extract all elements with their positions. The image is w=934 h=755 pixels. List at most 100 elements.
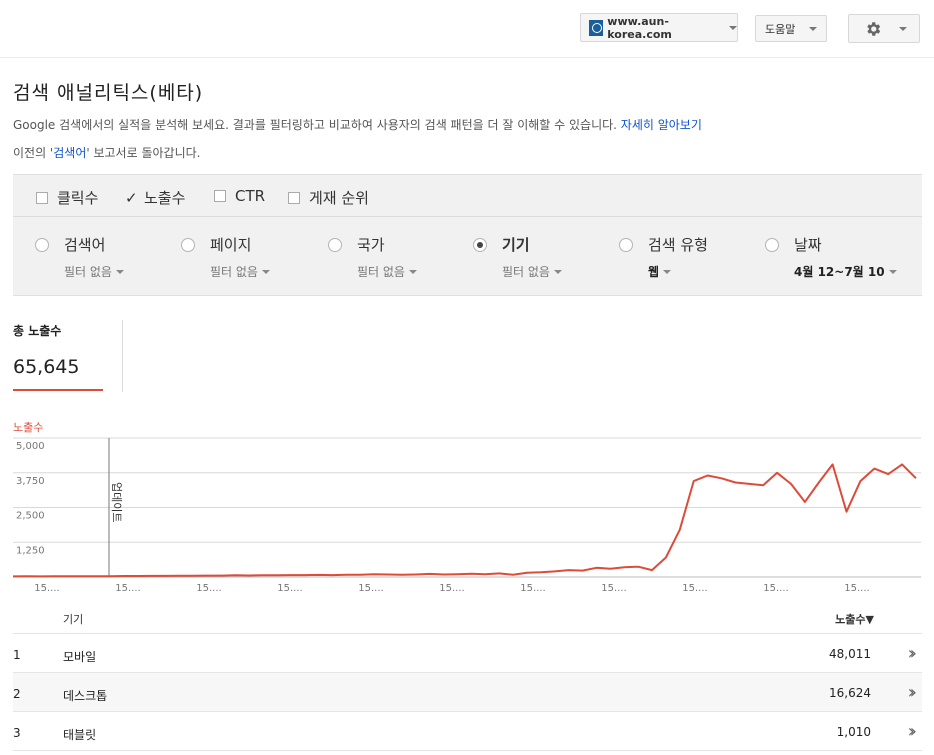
- dimension-label: 검색 유형: [648, 236, 708, 254]
- checkbox[interactable]: [288, 191, 300, 204]
- metric-selector: 클릭수 ✓ 노출수 CTR 게재 순위: [13, 175, 922, 217]
- y-tick-label: 1,250: [16, 545, 45, 556]
- dimension-label: 검색어: [64, 236, 106, 254]
- site-icon: [589, 19, 604, 36]
- impressions-value: 16,624: [829, 686, 871, 700]
- dimension-filter-dropdown[interactable]: 필터 없음: [502, 263, 562, 280]
- filter-value: 필터 없음: [64, 265, 112, 279]
- gear-icon: [867, 21, 881, 36]
- metric-label: 클릭수: [57, 189, 99, 207]
- x-tick-label: 15....: [277, 583, 302, 594]
- top-bar: www.aun-korea.com 도움말: [0, 0, 934, 58]
- x-tick-label: 15....: [601, 583, 626, 594]
- table-row[interactable]: 1 모바일 48,011 ››: [13, 634, 922, 673]
- table-header: 기기 노출수▼: [13, 600, 922, 634]
- filter-value: 웹: [648, 265, 660, 279]
- checkbox[interactable]: [36, 191, 48, 204]
- dimension-selector: 검색어 필터 없음 페이지 필터 없음 국가 필터 없음 기기 필터 없음 검색…: [13, 217, 922, 297]
- radio-button[interactable]: [619, 238, 633, 252]
- chevron-down-icon: [888, 269, 897, 274]
- radio-button[interactable]: [35, 238, 49, 252]
- filter-value: 필터 없음: [210, 265, 258, 279]
- x-tick-label: 15....: [115, 583, 140, 594]
- device-name: 데스크톱: [63, 689, 108, 703]
- chevron-down-icon: [663, 269, 672, 274]
- queries-report-link[interactable]: 검색어: [53, 146, 86, 160]
- metric-position[interactable]: 게재 순위: [288, 187, 369, 208]
- metric-label: CTR: [235, 187, 266, 205]
- dimension-label: 국가: [357, 236, 385, 254]
- total-impressions-card[interactable]: 총 노출수 65,645: [13, 320, 123, 392]
- chevron-down-icon: [809, 26, 818, 31]
- back-prefix: 이전의 ': [13, 146, 54, 160]
- devices-table: 기기 노출수▼ 1 모바일 48,011 ›› 2 데스크톱 16,624 ››…: [13, 600, 922, 751]
- row-number: 2: [13, 687, 21, 701]
- back-to-queries: 이전의 '검색어' 보고서로 돌아갑니다.: [13, 144, 200, 161]
- radio-button[interactable]: [765, 238, 779, 252]
- drilldown-icon[interactable]: ››: [908, 682, 918, 703]
- drilldown-icon[interactable]: ››: [908, 643, 918, 664]
- chevron-down-icon: [408, 269, 417, 274]
- impressions-value: 1,010: [836, 725, 871, 739]
- series-line: [12, 463, 917, 578]
- dimension-label: 기기: [502, 236, 530, 254]
- site-selector-label: www.aun-korea.com: [607, 14, 672, 41]
- metric-label: 게재 순위: [309, 189, 369, 207]
- dimension-filter-dropdown[interactable]: 4월 12~7월 10: [794, 263, 897, 280]
- y-tick-label: 2,500: [16, 511, 45, 522]
- table-row[interactable]: 3 태블릿 1,010 ››: [13, 712, 922, 751]
- chevron-down-icon: [261, 269, 270, 274]
- chevron-down-icon: [115, 269, 124, 274]
- check-icon[interactable]: ✓: [125, 189, 138, 207]
- x-tick-label: 15....: [196, 583, 221, 594]
- metric-clicks[interactable]: 클릭수: [36, 187, 98, 208]
- radio-button[interactable]: [328, 238, 342, 252]
- filter-value: 필터 없음: [357, 265, 405, 279]
- dimension-filter-dropdown[interactable]: 필터 없음: [357, 263, 417, 280]
- help-label: 도움말: [765, 22, 796, 36]
- chevron-down-icon: [899, 26, 907, 31]
- metric-ctr[interactable]: CTR: [214, 187, 265, 205]
- metric-label: 노출수: [144, 189, 186, 207]
- help-button[interactable]: 도움말: [755, 15, 827, 42]
- page-description: Google 검색에서의 실적을 분석해 보세요. 결과를 필터링하고 비교하여…: [13, 116, 702, 133]
- filter-value: 필터 없음: [502, 265, 550, 279]
- chevron-down-icon: [729, 25, 737, 30]
- column-header-impressions[interactable]: 노출수▼: [835, 611, 874, 627]
- x-tick-label: 15....: [520, 583, 545, 594]
- checkbox[interactable]: [214, 190, 226, 202]
- dimension-filter-dropdown[interactable]: 필터 없음: [64, 263, 124, 280]
- dimension-filter-dropdown[interactable]: 웹: [648, 263, 672, 280]
- table-row[interactable]: 2 데스크톱 16,624 ››: [13, 673, 922, 712]
- dimension-filter-dropdown[interactable]: 필터 없음: [210, 263, 270, 280]
- metric-impressions[interactable]: ✓ 노출수: [125, 187, 185, 208]
- chevron-down-icon: [553, 269, 562, 274]
- dimension-label: 페이지: [210, 236, 252, 254]
- impressions-value: 48,011: [829, 647, 871, 661]
- y-tick-label: 3,750: [16, 476, 45, 487]
- back-suffix: ' 보고서로 돌아갑니다.: [86, 146, 201, 160]
- filter-panel: 클릭수 ✓ 노출수 CTR 게재 순위 검색어 필터 없음 페이지 필터 없음 …: [13, 174, 922, 296]
- total-label: 총 노출수: [13, 324, 62, 338]
- metric-color-bar: [13, 389, 103, 391]
- radio-button[interactable]: [181, 238, 195, 252]
- annotation-label: 업데이트: [110, 482, 123, 522]
- page-title: 검색 애널리틱스(베타): [13, 82, 204, 104]
- x-tick-label: 15....: [844, 583, 869, 594]
- description-text: Google 검색에서의 실적을 분석해 보세요. 결과를 필터링하고 비교하여…: [13, 118, 617, 132]
- impressions-chart[interactable]: 5,000 3,750 2,500 1,250 업데이트 15.... 15.... 15..…: [0, 430, 934, 600]
- y-tick-label: 5,000: [16, 441, 45, 452]
- x-tick-label: 15....: [682, 583, 707, 594]
- device-name: 모바일: [63, 650, 97, 664]
- drilldown-icon[interactable]: ››: [908, 721, 918, 742]
- settings-button[interactable]: [848, 14, 920, 43]
- x-tick-label: 15....: [34, 583, 59, 594]
- column-header-device[interactable]: 기기: [63, 611, 83, 627]
- row-number: 3: [13, 726, 21, 740]
- x-tick-label: 15....: [358, 583, 383, 594]
- learn-more-link[interactable]: 자세히 알아보기: [621, 118, 702, 132]
- filter-value: 4월 12~7월 10: [794, 265, 885, 279]
- radio-button-selected[interactable]: [473, 238, 487, 252]
- site-selector-button[interactable]: www.aun-korea.com: [580, 13, 738, 42]
- device-name: 태블릿: [63, 728, 97, 742]
